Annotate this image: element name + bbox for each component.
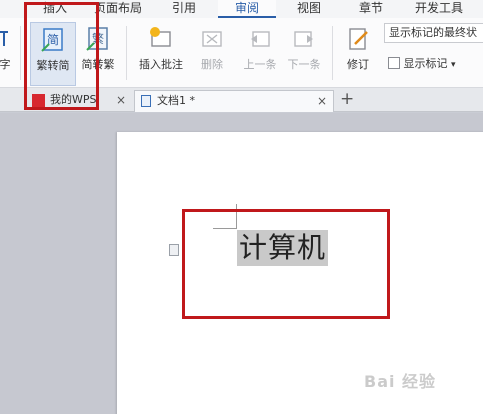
track-changes-icon xyxy=(349,28,368,50)
show-markup-button[interactable]: 显示标记 ▾ xyxy=(388,56,456,72)
simp-to-trad-button[interactable]: 繁 简转繁 xyxy=(78,22,118,86)
wps-logo-icon xyxy=(32,94,45,107)
margin-corner-mark xyxy=(213,228,237,229)
delete-comment-button[interactable]: 删除 xyxy=(192,22,232,86)
show-markup-label: 显示标记 xyxy=(403,57,448,70)
trad-to-simp-label: 繁转简 xyxy=(36,59,70,72)
next-comment-label: 下一条 xyxy=(287,58,321,71)
ribbon-toolbar: 字 简 繁转简 繁 简转繁 插入批注 删除 上一条 下一条 修订 显示标记的最终… xyxy=(0,18,483,88)
ribbon-divider xyxy=(20,26,21,80)
menu-bar: 插入 页面布局 引用 审阅 视图 章节 开发工具 xyxy=(0,0,483,18)
prev-comment-label: 上一条 xyxy=(243,58,277,71)
insert-comment-label: 插入批注 xyxy=(139,58,183,71)
document-text[interactable]: 计算机 xyxy=(237,230,329,266)
menu-tab-review[interactable]: 审阅 xyxy=(218,0,276,18)
track-changes-label: 修订 xyxy=(347,58,369,71)
menu-tab-insert[interactable]: 插入 xyxy=(36,0,74,18)
document-icon xyxy=(141,95,151,107)
word-count-label: 字 xyxy=(0,58,11,71)
close-icon[interactable]: × xyxy=(317,91,327,111)
simp-to-trad-icon: 繁 xyxy=(86,27,108,51)
tab-my-wps[interactable]: 我的WPS × xyxy=(12,90,130,112)
next-comment-icon xyxy=(294,31,313,47)
menu-tab-view[interactable]: 视图 xyxy=(288,0,330,18)
tab-document[interactable]: 文档1 * × xyxy=(134,90,334,112)
tab-document-label: 文档1 * xyxy=(157,94,195,107)
trad-to-simp-button[interactable]: 简 繁转简 xyxy=(30,22,76,86)
watermark: Bai 经验 xyxy=(364,372,437,391)
close-icon[interactable]: × xyxy=(116,90,126,110)
word-count-button[interactable]: 字 xyxy=(0,22,16,86)
prev-comment-icon xyxy=(251,31,270,47)
insert-comment-icon xyxy=(150,27,171,47)
document-tab-bar: 我的WPS × 文档1 * × + xyxy=(0,88,483,112)
menu-tab-references[interactable]: 引用 xyxy=(164,0,204,18)
track-changes-button[interactable]: 修订 xyxy=(338,22,378,86)
margin-corner-mark xyxy=(236,204,237,228)
paste-options-icon[interactable] xyxy=(169,244,179,256)
new-tab-plus-icon[interactable]: + xyxy=(340,89,354,109)
delete-comment-label: 删除 xyxy=(201,58,223,71)
show-markup-icon xyxy=(388,57,400,69)
prev-comment-button[interactable]: 上一条 xyxy=(240,22,280,86)
insert-comment-button[interactable]: 插入批注 xyxy=(134,22,188,86)
word-count-icon xyxy=(0,31,8,46)
delete-comment-icon xyxy=(202,31,222,47)
menu-tab-page-layout[interactable]: 页面布局 xyxy=(86,0,150,18)
menu-tab-developer[interactable]: 开发工具 xyxy=(406,0,472,18)
next-comment-button[interactable]: 下一条 xyxy=(284,22,324,86)
trad-to-simp-icon: 简 xyxy=(41,28,63,52)
simp-to-trad-label: 简转繁 xyxy=(81,58,115,71)
markup-mode-select[interactable]: 显示标记的最终状 xyxy=(384,23,483,43)
ribbon-divider xyxy=(332,26,333,80)
menu-tab-chapter[interactable]: 章节 xyxy=(350,0,392,18)
chevron-down-icon: ▾ xyxy=(451,60,456,70)
tab-my-wps-label: 我的WPS xyxy=(50,93,97,106)
ribbon-divider xyxy=(126,26,127,80)
